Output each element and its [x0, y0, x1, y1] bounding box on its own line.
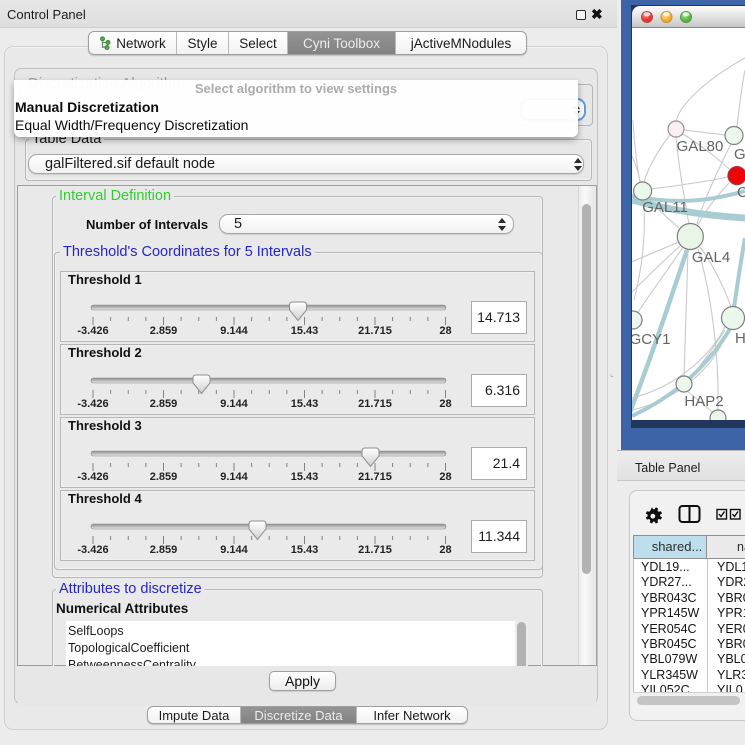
svg-text:G...: G... [734, 146, 745, 163]
svg-text:GAL80: GAL80 [677, 138, 724, 155]
svg-text:GAL11: GAL11 [642, 199, 688, 216]
svg-text:21.715: 21.715 [358, 544, 392, 556]
svg-text:28: 28 [439, 398, 451, 410]
svg-text:-3.426: -3.426 [77, 544, 108, 556]
svg-text:C: C [737, 184, 745, 201]
svg-text:9.144: 9.144 [220, 398, 248, 410]
svg-text:2.859: 2.859 [150, 325, 178, 337]
svg-text:9.144: 9.144 [220, 325, 248, 337]
svg-text:H: H [735, 330, 745, 347]
svg-text:-3.426: -3.426 [77, 471, 108, 483]
svg-text:HAP2: HAP2 [684, 393, 723, 410]
svg-text:GCY1: GCY1 [632, 331, 670, 348]
svg-text:28: 28 [439, 471, 451, 483]
svg-text:28: 28 [439, 544, 451, 556]
svg-text:15.43: 15.43 [291, 471, 319, 483]
svg-text:-3.426: -3.426 [77, 325, 108, 337]
svg-text:28: 28 [439, 325, 451, 337]
svg-text:15.43: 15.43 [291, 398, 319, 410]
svg-text:2.859: 2.859 [150, 544, 178, 556]
svg-text:15.43: 15.43 [291, 325, 319, 337]
svg-text:-3.426: -3.426 [77, 398, 108, 410]
svg-text:9.144: 9.144 [220, 471, 248, 483]
svg-text:21.715: 21.715 [358, 325, 392, 337]
svg-text:21.715: 21.715 [358, 471, 392, 483]
svg-text:2.859: 2.859 [150, 471, 178, 483]
svg-text:GAL4: GAL4 [692, 249, 730, 266]
svg-text:9.144: 9.144 [220, 544, 248, 556]
svg-text:2.859: 2.859 [150, 398, 178, 410]
svg-text:15.43: 15.43 [291, 544, 319, 556]
svg-text:21.715: 21.715 [358, 398, 392, 410]
